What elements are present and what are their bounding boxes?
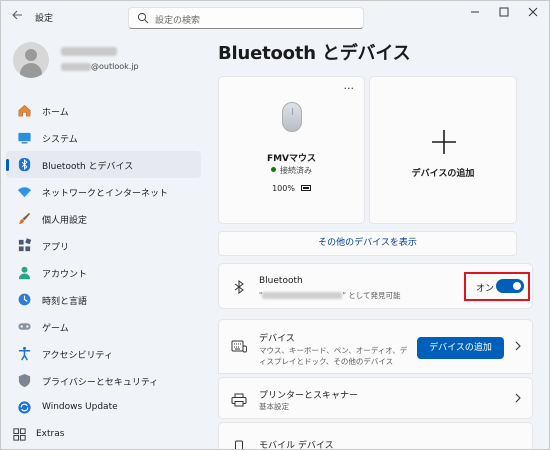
apps-icon <box>18 238 32 252</box>
search-icon <box>137 12 149 24</box>
bluetooth-discoverable-text: " " として発見可能 <box>259 291 401 300</box>
phone-icon <box>235 440 243 449</box>
battery-icon <box>300 185 311 191</box>
bluetooth-icon <box>234 280 244 294</box>
toggle-knob <box>513 282 521 290</box>
sidebar-item-time-language[interactable]: 時刻と言語 <box>6 286 201 313</box>
gaming-icon <box>18 323 31 330</box>
printers-subtitle: 基本設定 <box>259 402 289 411</box>
sidebar-item-network[interactable]: ネットワークとインターネット <box>6 178 201 205</box>
accounts-icon <box>18 266 31 280</box>
sidebar-item-home[interactable]: ホーム <box>6 97 201 124</box>
bluetooth-toggle[interactable] <box>496 279 524 293</box>
sidebar-item-privacy-security[interactable]: プライバシーとセキュリティ <box>6 367 201 394</box>
sidebar-item-apps[interactable]: アプリ <box>6 232 201 259</box>
show-more-devices-button[interactable]: その他のデバイスを表示 <box>218 231 517 256</box>
back-arrow-icon <box>12 10 22 20</box>
mobile-devices-title: モバイル デバイス <box>259 441 334 450</box>
keyboard-mouse-icon <box>231 340 247 353</box>
bluetooth-setting-row: Bluetooth " " として発見可能 オン <box>218 263 533 309</box>
maximize-button[interactable] <box>493 7 515 23</box>
account-email-redacted <box>61 63 91 71</box>
account-name-redacted <box>61 47 117 56</box>
shield-icon <box>18 373 31 388</box>
home-icon <box>18 104 31 117</box>
avatar[interactable] <box>13 42 49 78</box>
personalization-icon <box>18 212 31 225</box>
extras-icon <box>13 428 26 441</box>
minimize-button[interactable] <box>464 7 486 23</box>
page-title: Bluetooth とデバイス <box>218 43 411 64</box>
close-button[interactable] <box>522 7 544 23</box>
chevron-right-icon <box>514 393 522 406</box>
battery-level: 100% <box>219 184 364 193</box>
time-language-icon <box>18 293 31 306</box>
maximize-icon <box>499 7 509 17</box>
close-icon <box>528 7 538 17</box>
connected-dot-icon <box>271 167 276 172</box>
settings-window: 設定 設定の検索 @outlook.jp ホーム システム Bluetooth … <box>0 0 550 450</box>
more-options-icon[interactable]: ··· <box>344 82 355 95</box>
back-button[interactable] <box>9 9 25 25</box>
device-name: FMVマウス <box>266 154 317 164</box>
mouse-icon <box>282 102 302 132</box>
search-box[interactable]: 設定の検索 <box>128 7 364 29</box>
add-device-label: デバイスの追加 <box>411 169 475 179</box>
sidebar-item-windows-update[interactable]: Windows Update <box>6 394 201 421</box>
printers-scanners-row[interactable]: プリンターとスキャナー 基本設定 <box>218 377 533 419</box>
chevron-right-icon <box>514 341 522 354</box>
mobile-devices-row[interactable]: モバイル デバイス <box>218 422 533 450</box>
sidebar-nav: ホーム システム Bluetooth とデバイス ネットワークとインターネット … <box>1 97 206 448</box>
printer-icon <box>231 393 247 407</box>
title-bar: 設定 設定の検索 <box>1 1 549 33</box>
add-device-button[interactable]: デバイスの追加 <box>417 337 504 359</box>
device-name-redacted <box>262 292 343 299</box>
add-device-card[interactable]: デバイスの追加 <box>369 76 517 224</box>
sidebar-item-personalization[interactable]: 個人用設定 <box>6 205 201 232</box>
device-status: 接続済み <box>219 165 364 176</box>
devices-row[interactable]: デバイス マウス、キーボード、ペン、オーディオ、ディスプレイとドック、その他のデ… <box>218 319 533 374</box>
system-icon <box>18 132 31 144</box>
minimize-icon <box>471 11 479 13</box>
bluetooth-title: Bluetooth <box>259 276 303 286</box>
accessibility-icon <box>18 346 31 361</box>
devices-subtitle: マウス、キーボード、ペン、オーディオ、ディスプレイとドック、その他のデバイス <box>259 346 408 366</box>
printers-title: プリンターとスキャナー <box>259 391 359 401</box>
app-title: 設定 <box>35 14 54 24</box>
search-placeholder: 設定の検索 <box>155 16 201 26</box>
sidebar-item-gaming[interactable]: ゲーム <box>6 313 201 340</box>
sidebar-item-accessibility[interactable]: アクセシビリティ <box>6 340 201 367</box>
sidebar-item-system[interactable]: システム <box>6 124 201 151</box>
windows-update-icon <box>18 401 31 414</box>
bluetooth-icon <box>18 157 31 172</box>
sidebar-item-bluetooth-devices[interactable]: Bluetooth とデバイス <box>6 151 201 178</box>
toggle-state-label: オン <box>476 284 495 294</box>
devices-title: デバイス <box>259 334 295 344</box>
network-icon <box>17 187 32 198</box>
sidebar-item-extras[interactable]: Extras <box>6 421 201 448</box>
plus-icon <box>432 130 456 154</box>
device-card[interactable]: ··· FMVマウス 接続済み 100% <box>218 76 365 224</box>
sidebar-item-accounts[interactable]: アカウント <box>6 259 201 286</box>
account-email: @outlook.jp <box>91 62 139 71</box>
